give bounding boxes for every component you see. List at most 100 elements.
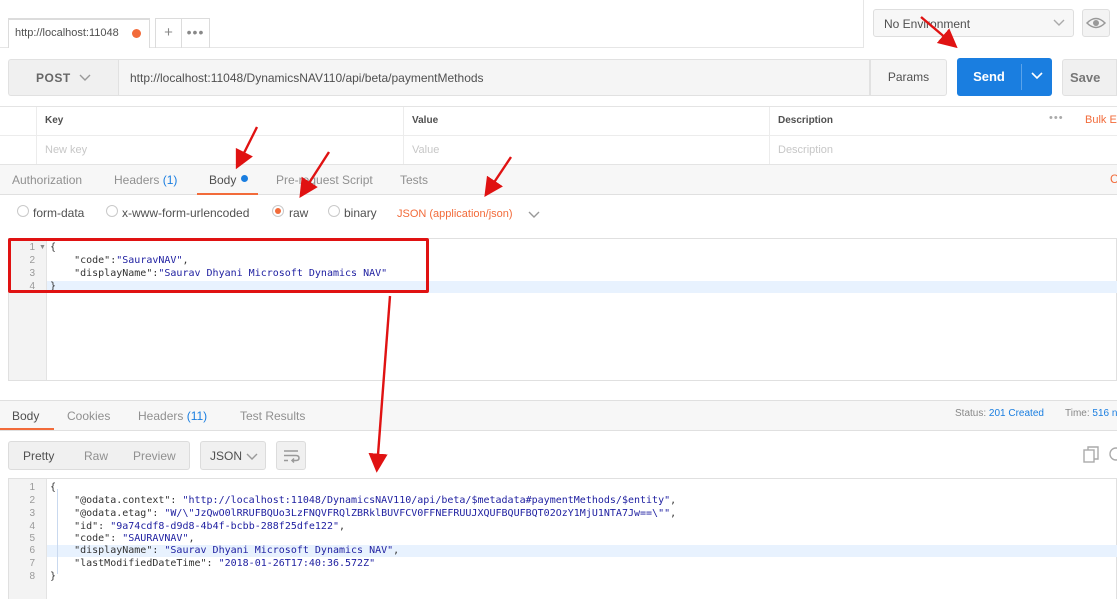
content-type-select[interactable]: JSON (application/json)	[397, 208, 513, 220]
line-number: 2	[29, 495, 35, 506]
response-tab-body[interactable]: Body	[12, 409, 39, 423]
radio-binary[interactable]	[328, 205, 340, 217]
raw-label[interactable]: raw	[289, 206, 308, 220]
params-button[interactable]: Params	[870, 59, 947, 96]
json-punct: ,	[393, 545, 400, 556]
response-status: Status: 201 Created	[955, 408, 1044, 419]
send-button[interactable]: Send	[957, 58, 1052, 96]
view-pretty-button[interactable]: Pretty	[23, 449, 54, 463]
chevron-down-icon[interactable]	[528, 207, 540, 224]
radio-raw[interactable]	[272, 205, 284, 217]
params-row-handle	[0, 107, 37, 136]
json-key: "id":	[50, 521, 111, 532]
new-tab-button[interactable]: +	[155, 18, 182, 48]
binary-label[interactable]: binary	[344, 206, 377, 220]
form-data-label[interactable]: form-data	[33, 206, 84, 220]
response-tab-test-results[interactable]: Test Results	[240, 409, 305, 423]
tab-body[interactable]: Body	[209, 173, 236, 187]
body-modified-dot-icon	[241, 175, 248, 182]
line-number: 5	[29, 533, 35, 544]
copy-icon[interactable]	[1083, 446, 1099, 464]
more-tabs-button[interactable]: •••	[182, 18, 210, 48]
json-string: "SAURAVNAV"	[122, 533, 189, 544]
cookies-link[interactable]: C	[1110, 172, 1117, 186]
params-header-value: Value	[404, 107, 770, 136]
unsaved-dot-icon	[132, 29, 141, 38]
status-label: Status:	[955, 408, 987, 419]
chevron-down-icon	[1053, 15, 1065, 32]
json-key: "@odata.etag":	[50, 508, 165, 519]
code-line: "id": "9a74cdf8-d9d8-4b4f-bcbb-288f25dfe…	[50, 521, 345, 532]
json-key: "@odata.context":	[50, 495, 183, 506]
json-string: "2018-01-26T17:40:36.572Z"	[218, 558, 376, 569]
response-body-viewer[interactable]: 1 { 2 "@odata.context": "http://localhos…	[8, 478, 1117, 599]
highlight-box-annotation	[8, 238, 429, 293]
json-string: "W/\"JzQwO0lRRUFBQUo3LzFNQVFRQlZBRklBUVF…	[164, 508, 671, 519]
params-header-key: Key	[37, 107, 404, 136]
bulk-edit-link[interactable]: Bulk E	[1085, 114, 1117, 126]
tab-prerequest-script[interactable]: Pre-request Script	[276, 173, 373, 187]
code-line: "@odata.etag": "W/\"JzQwO0lRRUFBQUo3LzFN…	[50, 508, 676, 519]
json-string: "Saurav Dhyani Microsoft Dynamics NAV"	[164, 545, 394, 556]
line-number: 8	[29, 571, 35, 582]
environment-select[interactable]: No Environment	[873, 9, 1074, 37]
code-line: "displayName": "Saurav Dhyani Microsoft …	[50, 545, 399, 556]
code-line: }	[50, 571, 57, 582]
new-description-input[interactable]: Description	[770, 136, 1117, 165]
code-line: {	[50, 482, 57, 493]
view-raw-button[interactable]: Raw	[84, 449, 108, 463]
tab-headers[interactable]: Headers (1)	[114, 173, 177, 187]
chevron-down-icon[interactable]	[1031, 68, 1043, 85]
json-string: "9a74cdf8-d9d8-4b4f-bcbb-288f25dfe122"	[110, 521, 339, 532]
search-icon[interactable]	[1108, 446, 1117, 464]
response-time: Time: 516 n	[1065, 408, 1117, 419]
line-number: 7	[29, 558, 35, 569]
save-label: Save	[1070, 70, 1101, 85]
json-punct: ,	[188, 533, 195, 544]
radio-urlencoded[interactable]	[106, 205, 118, 217]
json-key: "lastModifiedDateTime":	[50, 558, 219, 569]
json-punct: ,	[670, 495, 677, 506]
tab-headers-label: Headers	[114, 173, 160, 187]
format-label: JSON	[210, 449, 243, 463]
params-more-button[interactable]: •••	[1049, 112, 1064, 124]
chevron-down-icon	[79, 70, 91, 87]
send-divider	[1021, 64, 1022, 90]
line-number: 3	[29, 508, 35, 519]
code-line: "code": "SAURAVNAV",	[50, 533, 195, 544]
response-tab-headers[interactable]: Headers (11)	[138, 409, 207, 423]
new-key-input[interactable]: New key	[37, 136, 404, 165]
line-number: 4	[29, 521, 35, 532]
save-button[interactable]: Save	[1062, 59, 1117, 96]
method-select[interactable]: POST	[8, 59, 118, 96]
response-headers-label: Headers	[138, 409, 184, 423]
line-number: 1	[29, 482, 35, 493]
tab-authorization[interactable]: Authorization	[12, 173, 82, 187]
request-tabs: Authorization Headers (1) Body Pre-reque…	[0, 164, 1117, 195]
urlencoded-label[interactable]: x-www-form-urlencoded	[122, 206, 249, 220]
wrap-lines-icon	[284, 450, 300, 464]
json-key: "displayName":	[50, 545, 165, 556]
view-preview-button[interactable]: Preview	[133, 449, 176, 463]
json-punct: ,	[339, 521, 346, 532]
radio-form-data[interactable]	[17, 205, 29, 217]
code-line: "lastModifiedDateTime": "2018-01-26T17:4…	[50, 558, 375, 569]
url-input[interactable]: http://localhost:11048/DynamicsNAV110/ap…	[118, 59, 870, 96]
send-label: Send	[973, 69, 1005, 84]
request-tab[interactable]: http://localhost:11048	[8, 18, 150, 48]
tab-tests[interactable]: Tests	[400, 173, 428, 187]
eye-icon	[1085, 17, 1107, 29]
params-table: Key Value Description New key Value Desc…	[0, 106, 1117, 165]
method-label: POST	[36, 71, 71, 85]
new-value-input[interactable]: Value	[404, 136, 770, 165]
code-line: "@odata.context": "http://localhost:1104…	[50, 495, 676, 506]
json-punct: ,	[670, 508, 677, 519]
wrap-lines-button[interactable]	[276, 441, 306, 470]
tab-headers-count: (1)	[162, 173, 178, 187]
params-header-description: Description	[770, 107, 1117, 136]
time-value: 516 n	[1092, 408, 1117, 419]
response-format-select[interactable]: JSON	[200, 441, 266, 470]
view-mode-group: Pretty Raw Preview	[8, 441, 190, 470]
response-tab-cookies[interactable]: Cookies	[67, 409, 110, 423]
environment-quick-look-button[interactable]	[1082, 9, 1110, 37]
